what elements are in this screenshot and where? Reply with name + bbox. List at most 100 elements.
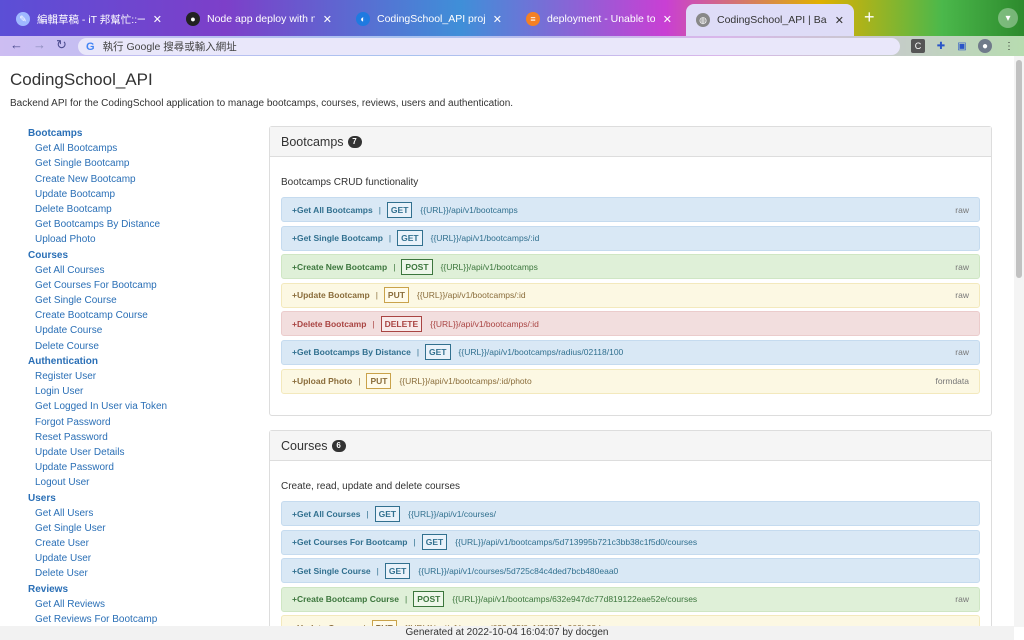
browser-tab[interactable]: ≡ deployment - Unable to access ✕ xyxy=(516,6,682,32)
endpoint-name: +Create Bootcamp Course xyxy=(292,594,399,605)
globe-icon: ◍ xyxy=(696,13,710,27)
endpoint-row[interactable]: +Get All Courses | GET {{URL}}/api/v1/cours… xyxy=(281,501,980,526)
sidebar-group-courses[interactable]: Courses xyxy=(28,248,248,263)
sidebar-link[interactable]: Update Course xyxy=(28,323,248,338)
github-icon: ● xyxy=(186,12,200,26)
profile-menu-icon[interactable]: ▾ xyxy=(998,8,1018,28)
sidebar-link[interactable]: Get Courses For Bootcamp xyxy=(28,278,248,293)
browser-tab[interactable]: ◍ CodingSchool_API | Backend ✕ xyxy=(686,4,854,36)
sidebar-link[interactable]: Create User xyxy=(28,536,248,551)
close-tab-icon[interactable]: ✕ xyxy=(835,14,844,27)
close-tab-icon[interactable]: ✕ xyxy=(323,13,332,26)
sidebar-link[interactable]: Get Bootcamps By Distance xyxy=(28,217,248,232)
sidebar-link[interactable]: Register User xyxy=(28,369,248,384)
close-tab-icon[interactable]: ✕ xyxy=(153,13,162,26)
panel-title: Courses xyxy=(281,438,328,453)
endpoint-row[interactable]: +Upload Photo | PUT {{URL}}/api/v1/bootcamp… xyxy=(281,368,980,394)
endpoint-row[interactable]: +Get Courses For Bootcamp | GET {{URL}}/api… xyxy=(281,529,980,555)
sidebar-link[interactable]: Delete User xyxy=(28,566,248,581)
sidebar-group-users[interactable]: Users xyxy=(28,491,248,506)
close-tab-icon[interactable]: ✕ xyxy=(493,13,502,26)
tab-label: CodingSchool_API project - D xyxy=(377,13,485,25)
sidebar-link[interactable]: Get All Users xyxy=(28,506,248,521)
sidebar-link[interactable]: Get Logged In User via Token xyxy=(28,399,248,414)
sidebar-link[interactable]: Upload Photo xyxy=(28,232,248,247)
endpoint-url: {{URL}}/api/v1/bootcamps/:id xyxy=(430,318,539,329)
sidebar-link[interactable]: Get All Courses xyxy=(28,263,248,278)
extension-c-icon[interactable]: C xyxy=(911,39,925,53)
endpoint-url: {{URL}}/api/v1/courses/5d725c84c4ded7bcb… xyxy=(418,565,619,576)
endpoint-row[interactable]: +Update Bootcamp | PUT {{URL}}/api/v1/bootc… xyxy=(281,282,980,308)
endpoint-name: +Update Bootcamp xyxy=(292,290,370,301)
sidebar-link[interactable]: Create Bootcamp Course xyxy=(28,308,248,323)
sidebar-link[interactable]: Get All Reviews xyxy=(28,597,248,612)
endpoint-row[interactable]: +Get Single Bootcamp | GET {{URL}}/api/v1/b… xyxy=(281,225,980,251)
method-badge: GET xyxy=(425,344,451,361)
panel-header: Courses 6 xyxy=(270,431,991,461)
endpoint-row[interactable]: +Create Bootcamp Course | POST {{URL}}/api/… xyxy=(281,586,980,612)
sidebar-link[interactable]: Logout User xyxy=(28,475,248,490)
method-badge: POST xyxy=(413,591,445,608)
profile-avatar-icon[interactable]: ● xyxy=(978,39,992,53)
separator: | xyxy=(413,537,416,548)
sidebar-link[interactable]: Delete Bootcamp xyxy=(28,202,248,217)
endpoint-url: {{URL}}/api/v1/bootcamps xyxy=(440,261,538,272)
address-bar[interactable]: G 執行 Google 搜尋或輸入網址 xyxy=(78,38,900,55)
sidebar-link[interactable]: Delete Course xyxy=(28,339,248,354)
digitalocean-icon: ◐ xyxy=(356,12,370,26)
close-tab-icon[interactable]: ✕ xyxy=(663,13,672,26)
new-tab-button[interactable]: + xyxy=(864,8,875,26)
sidebar-link[interactable]: Get Single Bootcamp xyxy=(28,156,248,171)
separator: | xyxy=(372,318,375,329)
separator: | xyxy=(378,204,381,215)
scrollbar-thumb[interactable] xyxy=(1016,60,1022,278)
sidebar-link[interactable]: Update User xyxy=(28,551,248,566)
body-type-tag: raw xyxy=(955,204,969,215)
sidebar-group-reviews[interactable]: Reviews xyxy=(28,582,248,597)
endpoint-name: +Delete Bootcamp xyxy=(292,318,367,329)
sidebar-group-authentication[interactable]: Authentication xyxy=(28,354,248,369)
forward-icon[interactable]: → xyxy=(33,36,46,56)
method-badge: GET xyxy=(374,505,401,522)
browser-tab[interactable]: ● Node app deploy with nginx & ✕ xyxy=(176,6,342,32)
puzzle-icon[interactable]: ✚ xyxy=(934,39,948,53)
browser-toolbar: ← → ↻ G 執行 Google 搜尋或輸入網址 C ✚ ▣ ● ⋮ xyxy=(0,36,1024,56)
endpoint-row[interactable]: +Get All Bootcamps | GET {{URL}}/api/v1/boo… xyxy=(281,197,980,222)
sidebar-link[interactable]: Get Single Course xyxy=(28,293,248,308)
body-type-tag: raw xyxy=(955,261,969,272)
sidebar-link[interactable]: Update User Details xyxy=(28,445,248,460)
sidebar-link[interactable]: Reset Password xyxy=(28,430,248,445)
sidebar-panel-icon[interactable]: ▣ xyxy=(955,39,969,53)
sidebar-link[interactable]: Forgot Password xyxy=(28,415,248,430)
sidebar-link[interactable]: Get Reviews For Bootcamp xyxy=(28,612,248,627)
endpoint-name: +Get Single Bootcamp xyxy=(292,233,383,244)
sidebar-link[interactable]: Update Password xyxy=(28,460,248,475)
endpoint-row[interactable]: +Create New Bootcamp | POST {{URL}}/api/v1/… xyxy=(281,254,980,280)
endpoint-name: +Get Courses For Bootcamp xyxy=(292,537,408,548)
sidebar-nav: Bootcamps Get All Bootcamps Get Single Boo… xyxy=(28,126,248,627)
browser-tab[interactable]: ✎ 編輯草稿 - iT 邦幫忙::一起幫忙解決 ✕ xyxy=(6,6,172,32)
sidebar-link[interactable]: Update Bootcamp xyxy=(28,187,248,202)
sidebar-group-bootcamps[interactable]: Bootcamps xyxy=(28,126,248,141)
endpoint-row[interactable]: +Get Single Course | GET {{URL}}/api/v1/cou… xyxy=(281,558,980,584)
google-icon: G xyxy=(86,40,95,53)
endpoint-name: +Upload Photo xyxy=(292,376,353,387)
sidebar-link[interactable]: Create New Bootcamp xyxy=(28,172,248,187)
page-scrollbar[interactable] xyxy=(1014,56,1024,627)
separator: | xyxy=(388,233,392,244)
separator: | xyxy=(358,376,361,387)
back-icon[interactable]: ← xyxy=(10,36,23,56)
browser-tab-bar: ✎ 編輯草稿 - iT 邦幫忙::一起幫忙解決 ✕ ● Node app deploy … xyxy=(0,0,1024,36)
footer: Generated at 2022-10-04 16:04:07 by docg… xyxy=(0,626,1014,640)
endpoint-row[interactable]: +Get Bootcamps By Distance | GET {{URL}}/ap… xyxy=(281,339,980,365)
count-badge: 7 xyxy=(347,135,362,148)
body-type-tag: raw xyxy=(955,290,969,301)
reload-icon[interactable]: ↻ xyxy=(56,36,67,56)
sidebar-link[interactable]: Get Single User xyxy=(28,521,248,536)
separator: | xyxy=(366,508,369,519)
endpoint-row[interactable]: +Delete Bootcamp | DELETE {{URL}}/api/v1/bo… xyxy=(281,311,980,337)
browser-tab[interactable]: ◐ CodingSchool_API project - D ✕ xyxy=(346,6,512,32)
sidebar-link[interactable]: Login User xyxy=(28,384,248,399)
sidebar-link[interactable]: Get All Bootcamps xyxy=(28,141,248,156)
more-menu-icon[interactable]: ⋮ xyxy=(1002,39,1016,53)
